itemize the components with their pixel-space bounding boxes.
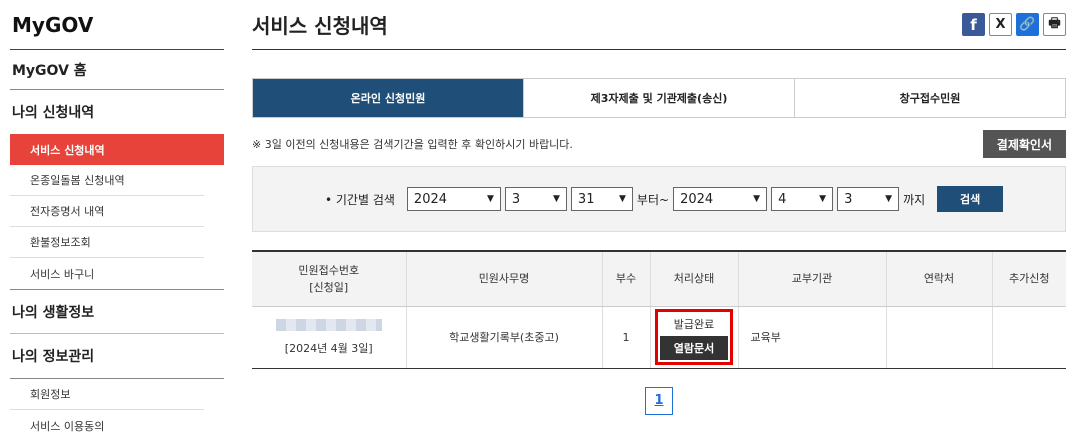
tab-online-applications[interactable]: 온라인 신청민원 <box>253 79 524 117</box>
to-year-select[interactable]: 2024 ▼ <box>673 187 768 211</box>
receipt-cell: [2024년 4월 3일] <box>252 306 407 369</box>
extra-request-cell <box>992 306 1066 369</box>
sidebar-item-service-applications[interactable]: 서비스 신청내역 <box>10 134 224 165</box>
sidebar-item-allday-care[interactable]: 온종일돌봄 신청내역 <box>10 165 204 196</box>
sidebar-section-applications[interactable]: 나의 신청내역 <box>10 90 224 134</box>
from-year-value: 2024 <box>413 191 448 207</box>
to-year-value: 2024 <box>680 191 714 207</box>
from-year-select[interactable]: 2024 ▼ <box>406 187 501 211</box>
notice-row: ※ 3일 이전의 신청내용은 검색기간을 입력한 후 확인하시기 바랍니다. 결… <box>252 130 1066 158</box>
copies-cell: 1 <box>602 306 651 369</box>
col-agency: 교부기관 <box>738 250 887 307</box>
to-month-select[interactable]: 4 ▼ <box>771 187 834 211</box>
redacted-receipt-number <box>275 318 382 331</box>
from-suffix-label: 부터~ <box>636 192 670 207</box>
chevron-down-icon: ▼ <box>553 194 560 204</box>
sidebar-section-account[interactable]: 나의 정보관리 <box>10 334 224 378</box>
from-month-value: 3 <box>511 191 521 207</box>
status-highlight: 발급완료 열람문서 <box>654 309 734 365</box>
applications-table: 민원접수번호 [신청일] 민원사무명 부수 처리상태 교부기관 연락처 추가신청… <box>252 250 1066 369</box>
chevron-down-icon: ▼ <box>619 194 626 204</box>
sidebar-application-list: 서비스 신청내역 온종일돌봄 신청내역 전자증명서 내역 환불정보조회 서비스 … <box>10 134 224 289</box>
sidebar-item-refund-info[interactable]: 환불정보조회 <box>10 227 204 258</box>
contact-cell <box>886 306 993 369</box>
to-day-select[interactable]: 3 ▼ <box>837 187 900 211</box>
payment-confirmation-button[interactable]: 결제확인서 <box>982 130 1066 158</box>
date-search-panel: • 기간별 검색 2024 ▼ 3 ▼ 31 ▼ 부터~ 2024 ▼ 4 ▼ 3 ▼ 까지… <box>252 166 1066 232</box>
search-button[interactable]: 검색 <box>937 186 1004 212</box>
status-badge: 발급완료 <box>673 318 715 331</box>
application-date: [2024년 4월 3일] <box>284 341 373 355</box>
sidebar-section-life-info[interactable]: 나의 생활정보 <box>10 290 224 334</box>
x-twitter-icon[interactable]: X <box>989 13 1012 36</box>
col-receipt-number-line1: 민원접수번호 <box>298 263 360 277</box>
page-header: 서비스 신청내역 f X 🔗 🖶 <box>252 0 1066 50</box>
chevron-down-icon: ▼ <box>487 194 494 204</box>
to-day-value: 3 <box>844 191 853 207</box>
from-day-select[interactable]: 31 ▼ <box>570 187 633 211</box>
view-document-button[interactable]: 열람문서 <box>659 336 729 360</box>
facebook-icon[interactable]: f <box>962 13 985 36</box>
col-copies: 부수 <box>602 250 651 307</box>
tab-counter-applications[interactable]: 창구접수민원 <box>795 79 1065 117</box>
link-icon[interactable]: 🔗 <box>1016 13 1039 36</box>
sidebar-item-service-basket[interactable]: 서비스 바구니 <box>10 258 204 289</box>
to-month-value: 4 <box>778 191 787 207</box>
table-row: [2024년 4월 3일] 학교생활기록부(초중고) 1 발급완료 열람문서 교… <box>252 306 1066 369</box>
status-cell: 발급완료 열람문서 <box>650 306 739 369</box>
sidebar-item-member-info[interactable]: 회원정보 <box>10 379 204 410</box>
main-content: 서비스 신청내역 f X 🔗 🖶 온라인 신청민원 제3자제출 및 기관제출(송… <box>252 0 1066 415</box>
col-receipt-number-line2: [신청일] <box>309 280 349 294</box>
agency-cell: 교육부 <box>738 306 887 369</box>
sidebar-item-e-certificates[interactable]: 전자증명서 내역 <box>10 196 204 227</box>
sidebar-account-list: 회원정보 서비스 이용동의 <box>10 379 224 432</box>
print-icon[interactable]: 🖶 <box>1043 13 1066 36</box>
chevron-down-icon: ▼ <box>819 194 827 204</box>
sidebar-item-service-consent[interactable]: 서비스 이용동의 <box>10 410 204 432</box>
page-title: 서비스 신청내역 <box>252 14 388 38</box>
pagination: 1 <box>252 386 1066 415</box>
brand-logo[interactable]: MyGOV <box>10 0 224 50</box>
table-header-row: 민원접수번호 [신청일] 민원사무명 부수 처리상태 교부기관 연락처 추가신청 <box>252 250 1066 307</box>
col-service-name: 민원사무명 <box>406 250 603 307</box>
col-status: 처리상태 <box>650 250 739 307</box>
chevron-down-icon: ▼ <box>753 194 761 204</box>
from-month-select[interactable]: 3 ▼ <box>504 187 567 211</box>
application-tabs: 온라인 신청민원 제3자제출 및 기관제출(송신) 창구접수민원 <box>252 78 1066 118</box>
tab-third-party-submission[interactable]: 제3자제출 및 기관제출(송신) <box>524 79 795 117</box>
sidebar: MyGOV MyGOV 홈 나의 신청내역 서비스 신청내역 온종일돌봄 신청내… <box>10 0 224 432</box>
service-name-cell: 학교생활기록부(초중고) <box>406 306 603 369</box>
share-toolbar: f X 🔗 🖶 <box>962 13 1066 36</box>
col-extra-request: 추가신청 <box>992 250 1066 307</box>
col-receipt-number: 민원접수번호 [신청일] <box>252 250 407 307</box>
search-period-label: • 기간별 검색 <box>325 192 395 207</box>
col-contact: 연락처 <box>886 250 993 307</box>
from-day-value: 31 <box>577 191 595 207</box>
notice-text: ※ 3일 이전의 신청내용은 검색기간을 입력한 후 확인하시기 바랍니다. <box>252 138 573 151</box>
page-number-current[interactable]: 1 <box>645 386 673 415</box>
chevron-down-icon: ▼ <box>885 194 893 204</box>
to-suffix-label: 까지 <box>903 192 926 207</box>
sidebar-home-link[interactable]: MyGOV 홈 <box>10 50 224 90</box>
